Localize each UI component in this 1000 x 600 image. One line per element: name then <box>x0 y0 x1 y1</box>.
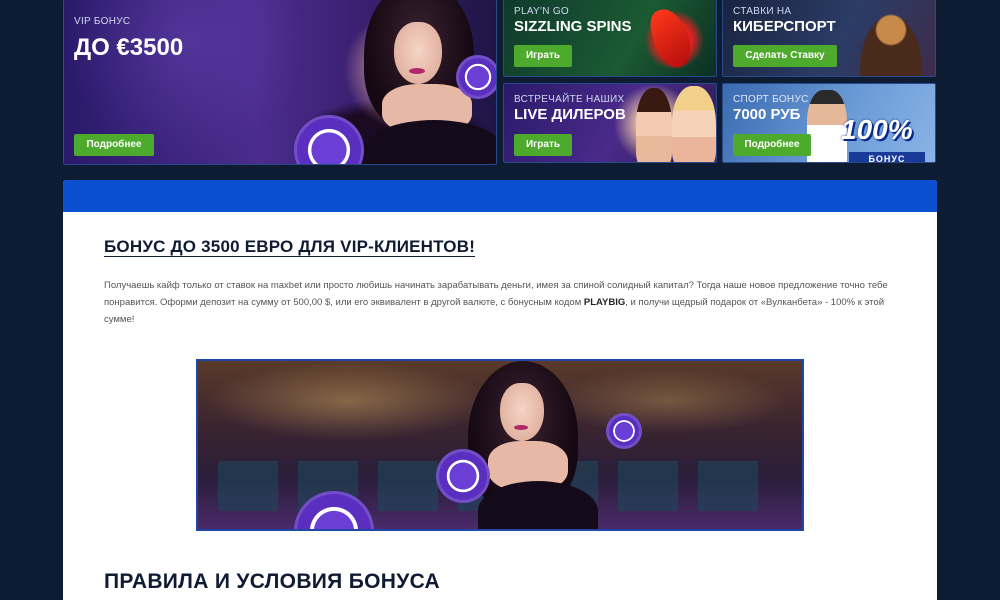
dealer-image-face <box>500 383 544 441</box>
esports-banner[interactable]: СТАВКИ НА КИБЕРСПОРТ Сделать Ставку <box>722 0 936 77</box>
dealer-image-lips <box>409 68 425 74</box>
casino-chip-icon <box>456 55 496 99</box>
vip-details-button[interactable]: Подробнее <box>74 134 154 156</box>
esports-hero-image <box>851 0 931 76</box>
dealer-image-face <box>394 22 442 84</box>
live-title: LIVE ДИЛЕРОВ <box>514 106 626 123</box>
page-title: БОНУС ДО 3500 ЕВРО ДЛЯ VIP-КЛИЕНТОВ! <box>104 237 476 256</box>
content-panel: БОНУС ДО 3500 ЕВРО ДЛЯ VIP-КЛИЕНТОВ! Пол… <box>63 180 937 600</box>
sport-bonus-banner[interactable]: СПОРТ БОНУС 7000 РУБ 100% БОНУС Подробне… <box>722 83 936 163</box>
casino-chip-icon <box>606 413 642 449</box>
sizzling-title: SIZZLING SPINS <box>514 18 632 35</box>
sizzling-play-button[interactable]: Играть <box>514 45 572 67</box>
live-play-button[interactable]: Играть <box>514 134 572 156</box>
panel-body: БОНУС ДО 3500 ЕВРО ДЛЯ VIP-КЛИЕНТОВ! Пол… <box>63 212 937 328</box>
live-dealer-image <box>636 88 672 162</box>
esports-label: СТАВКИ НА <box>733 6 792 17</box>
chili-pepper-icon <box>645 4 697 72</box>
sizzling-provider-label: PLAY'N GO <box>514 6 569 17</box>
dealer-image-lips <box>514 425 528 430</box>
vip-bonus-banner[interactable]: VIP БОНУС ДО €3500 Подробнее <box>63 0 497 165</box>
casino-chip-icon <box>436 449 490 503</box>
bonus-description: Получаешь кайф только от ставок на maxbe… <box>104 277 894 328</box>
rules-heading: ПРАВИЛА И УСЛОВИЯ БОНУСА <box>104 570 440 593</box>
casino-chip-icon <box>294 115 364 164</box>
promo-banners: VIP БОНУС ДО €3500 Подробнее PLAY'N GO S… <box>63 0 937 166</box>
sizzling-spins-banner[interactable]: PLAY'N GO SIZZLING SPINS Играть <box>503 0 717 77</box>
sport-bonus-label: СПОРТ БОНУС <box>733 94 809 105</box>
esports-title: КИБЕРСПОРТ <box>733 18 836 35</box>
esports-bet-button[interactable]: Сделать Ставку <box>733 45 837 67</box>
promo-code: PLAYBIG <box>583 297 626 308</box>
vip-bonus-label: VIP БОНУС <box>74 16 131 27</box>
dealer-image-dress <box>364 120 496 164</box>
sport-bonus-title: 7000 РУБ <box>733 106 801 123</box>
vip-bonus-title: ДО €3500 <box>74 34 184 61</box>
bonus-percent-badge: 100% <box>841 114 913 145</box>
live-dealer-image <box>672 86 716 162</box>
panel-header-bar <box>63 180 937 212</box>
live-dealers-banner[interactable]: ВСТРЕЧАЙТЕ НАШИХ LIVE ДИЛЕРОВ Играть <box>503 83 717 163</box>
vip-promo-image <box>196 359 804 531</box>
bonus-tag: БОНУС <box>849 152 925 162</box>
sport-details-button[interactable]: Подробнее <box>733 134 811 156</box>
live-label: ВСТРЕЧАЙТЕ НАШИХ <box>514 94 625 105</box>
